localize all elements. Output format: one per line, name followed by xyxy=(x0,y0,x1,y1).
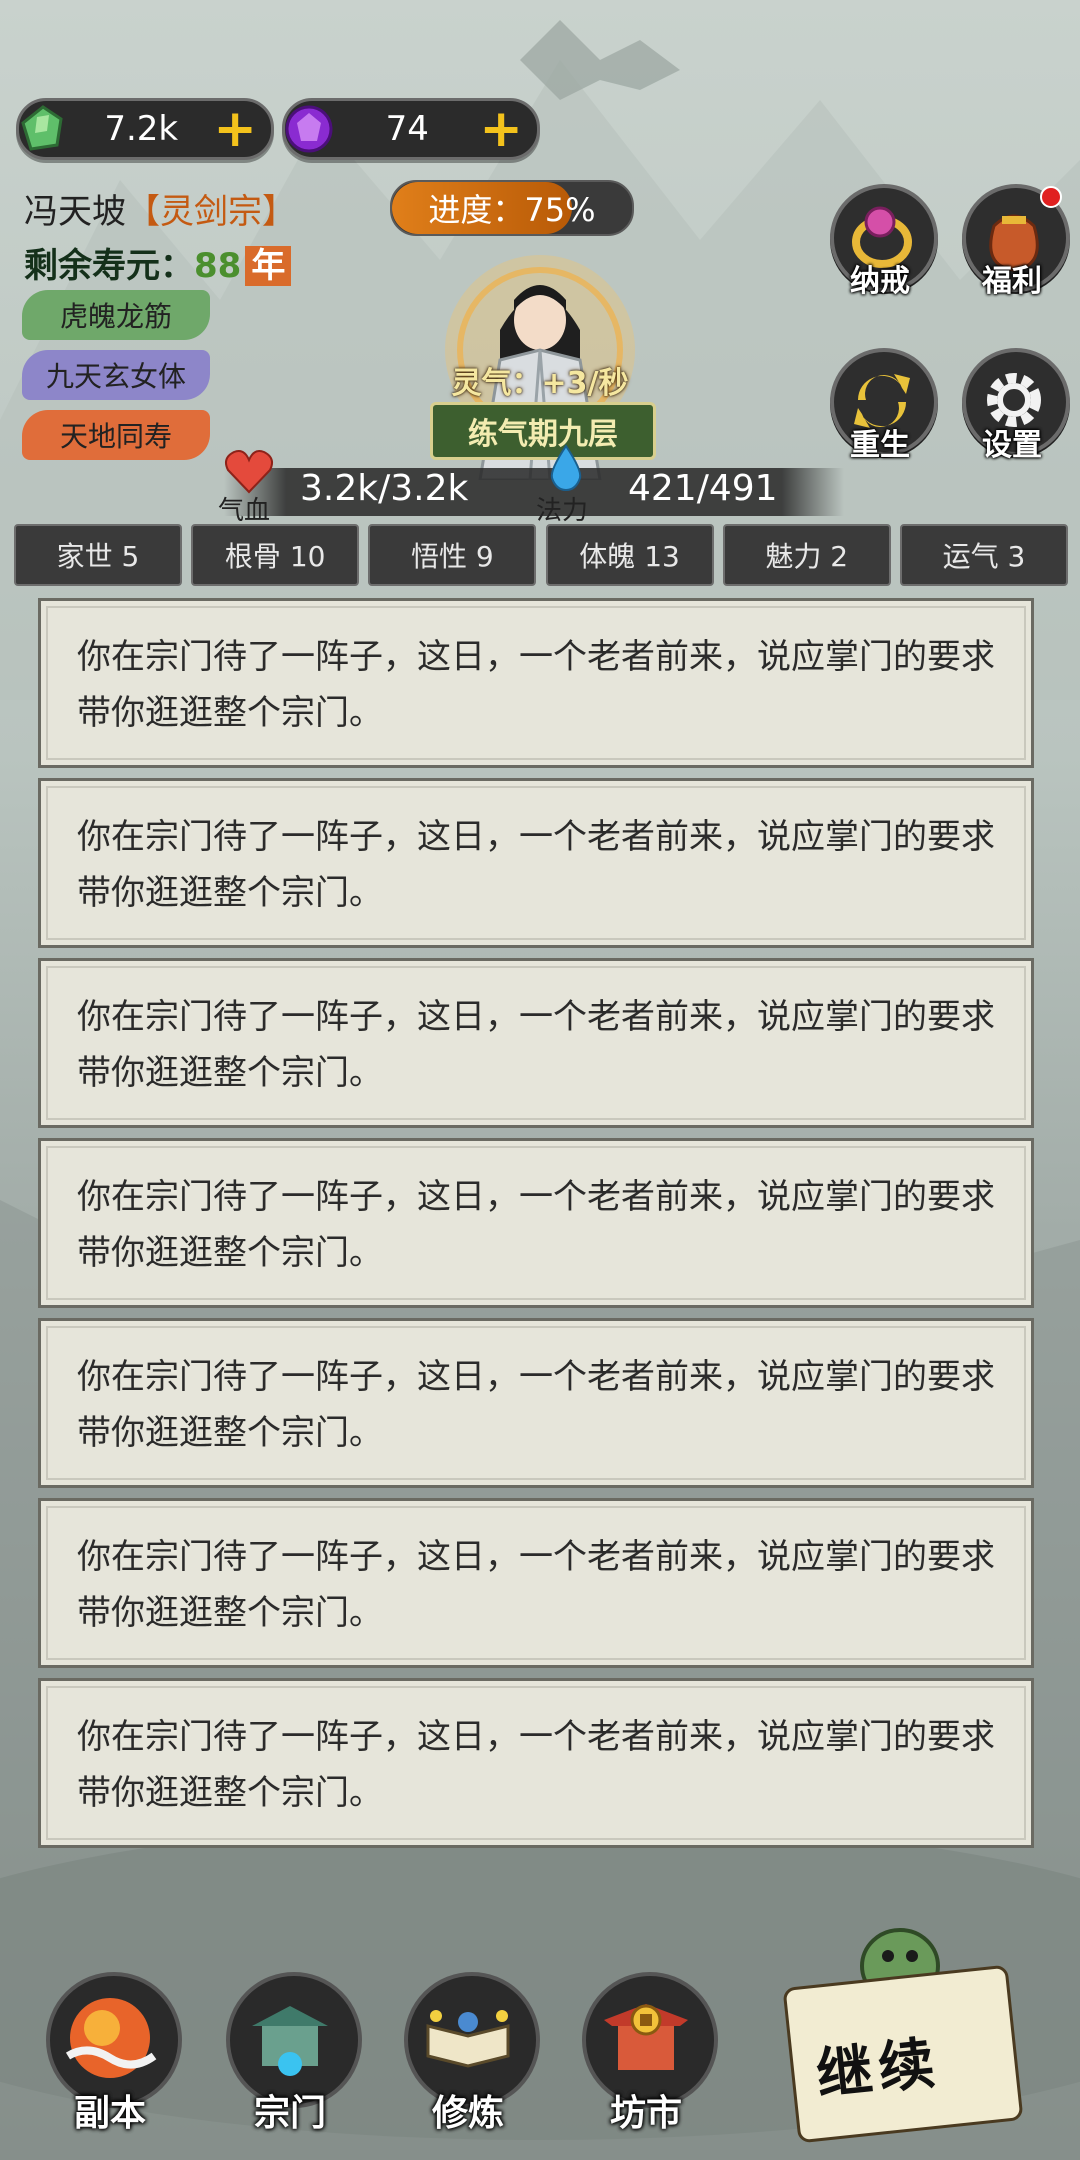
spirit-stone-value: 7.2k xyxy=(104,109,179,149)
lifespan-value: 88 xyxy=(194,246,242,286)
player-sect: 【灵剑宗】 xyxy=(126,192,296,232)
lifespan-label: 剩余寿元： xyxy=(24,246,194,286)
gem-counter: 74 + xyxy=(282,98,540,160)
rebirth-label: 重生 xyxy=(850,428,910,463)
player-name-text: 冯天坡 xyxy=(24,192,126,232)
log-entry: 你在宗门待了一阵子，这日，一个老者前来，说应掌门的要求带你逛逛整个宗门。 xyxy=(38,1138,1034,1308)
attr-root-bone[interactable]: 根骨 10 xyxy=(191,524,360,586)
gem-value: 74 xyxy=(385,109,429,149)
market-gate-icon xyxy=(604,2004,688,2070)
spirit-stone-icon xyxy=(21,105,63,151)
mp-value: 421/491 xyxy=(628,468,778,509)
add-spirit-stone-button[interactable]: + xyxy=(213,103,257,155)
log-entry: 你在宗门待了一阵子，这日，一个老者前来，说应掌门的要求带你逛逛整个宗门。 xyxy=(38,1318,1034,1488)
attr-comprehension[interactable]: 悟性 9 xyxy=(368,524,537,586)
continue-button[interactable]: 继续 xyxy=(780,1906,1024,2144)
remaining-lifespan: 剩余寿元：88 年 xyxy=(24,238,292,287)
dungeon-label: 副本 xyxy=(73,2093,146,2134)
sect-label: 宗门 xyxy=(253,2093,326,2134)
log-entry: 你在宗门待了一阵子，这日，一个老者前来，说应掌门的要求带你逛逛整个宗门。 xyxy=(38,1498,1034,1668)
fire-orb-icon xyxy=(65,1998,157,2078)
hp-label: 气血 xyxy=(218,496,271,526)
realm-badge: 练气期九层 xyxy=(430,402,656,460)
purple-gem-icon xyxy=(285,105,333,153)
welfare-label: 福利 xyxy=(982,264,1042,299)
attr-charm[interactable]: 魅力 2 xyxy=(722,524,891,586)
attribute-bar: 家世 5 根骨 10 悟性 9 体魄 13 魅力 2 运气 3 xyxy=(14,524,1068,586)
add-gem-button[interactable]: + xyxy=(479,103,523,155)
attr-luck[interactable]: 运气 3 xyxy=(899,524,1068,586)
trait-tag-3[interactable]: 天地同寿 xyxy=(22,410,210,460)
spirit-stone-counter: 7.2k + xyxy=(16,98,274,160)
event-log[interactable]: 你在宗门待了一阵子，这日，一个老者前来，说应掌门的要求带你逛逛整个宗门。 你在宗… xyxy=(38,598,1040,1854)
dungeon-button[interactable]: 副本 xyxy=(38,1972,182,2134)
lingqi-rate: 灵气：+3/秒 xyxy=(451,366,629,401)
player-name: 冯天坡【灵剑宗】 xyxy=(24,184,296,233)
notification-dot xyxy=(1040,186,1062,208)
cultivate-label: 修炼 xyxy=(431,2093,504,2134)
sect-button[interactable]: 宗门 xyxy=(218,1972,362,2134)
water-drop-icon xyxy=(550,444,582,492)
attr-physique[interactable]: 体魄 13 xyxy=(545,524,714,586)
trait-tag-1[interactable]: 虎魄龙筋 xyxy=(22,290,210,340)
hp-value: 3.2k/3.2k xyxy=(300,468,469,509)
log-entry: 你在宗门待了一阵子，这日，一个老者前来，说应掌门的要求带你逛逛整个宗门。 xyxy=(38,1678,1034,1848)
book-icon xyxy=(426,2010,510,2068)
cultivate-button[interactable]: 修炼 xyxy=(396,1972,540,2134)
heart-icon xyxy=(225,450,273,494)
continue-label: 继续 xyxy=(813,2029,944,2109)
attr-family[interactable]: 家世 5 xyxy=(14,524,182,586)
temple-icon xyxy=(252,2006,328,2076)
log-entry: 你在宗门待了一阵子，这日，一个老者前来，说应掌门的要求带你逛逛整个宗门。 xyxy=(38,958,1034,1128)
lifespan-unit: 年 xyxy=(245,246,292,286)
market-button[interactable]: 坊市 xyxy=(574,1972,718,2134)
progress-bar: 进度：75% xyxy=(390,180,634,236)
trait-tag-2[interactable]: 九天玄女体 xyxy=(22,350,210,400)
log-entry: 你在宗门待了一阵子，这日，一个老者前来，说应掌门的要求带你逛逛整个宗门。 xyxy=(38,778,1034,948)
settings-label: 设置 xyxy=(982,428,1042,463)
ring-storage-label: 纳戒 xyxy=(850,264,910,299)
progress-label: 进度：75% xyxy=(428,191,596,229)
market-label: 坊市 xyxy=(609,2093,682,2134)
log-entry: 你在宗门待了一阵子，这日，一个老者前来，说应掌门的要求带你逛逛整个宗门。 xyxy=(38,598,1034,768)
mp-label: 法力 xyxy=(536,496,589,526)
